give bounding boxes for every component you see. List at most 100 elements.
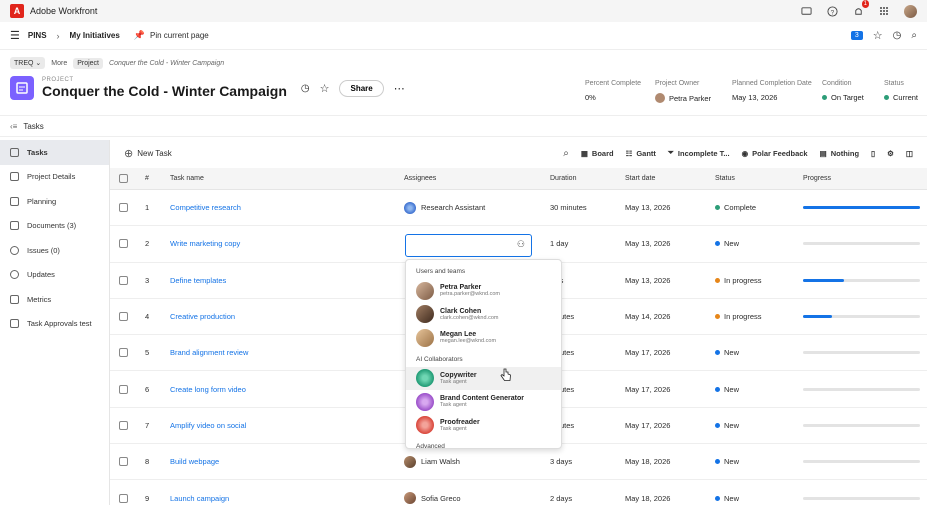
help-icon[interactable]: ? bbox=[826, 5, 838, 17]
sidebar-item-project-details[interactable]: Project Details bbox=[0, 165, 109, 190]
duration-cell[interactable]: 30 minutes bbox=[541, 203, 616, 212]
row-checkbox[interactable] bbox=[119, 275, 128, 285]
ai-collaborator-option[interactable]: Brand Content Generator Task agent bbox=[406, 390, 561, 414]
star-icon[interactable]: ☆ bbox=[873, 29, 883, 42]
assignee-option[interactable]: Petra Parker petra.parker@wknd.com bbox=[406, 279, 561, 303]
sidebar-item-tasks[interactable]: Tasks bbox=[0, 140, 109, 165]
duration-cell[interactable]: 2 days bbox=[541, 494, 616, 503]
select-all-checkbox[interactable] bbox=[119, 174, 128, 183]
breadcrumb-path[interactable]: Conquer the Cold - Winter Campaign bbox=[109, 60, 224, 67]
search-icon[interactable]: ⌕ bbox=[911, 30, 917, 41]
ai-collaborator-option[interactable]: Proofreader Task agent bbox=[406, 414, 561, 438]
col-num[interactable]: # bbox=[137, 175, 161, 182]
treq-dropdown[interactable]: TREQ ⌄ bbox=[10, 57, 46, 69]
status-cell[interactable]: New bbox=[715, 457, 794, 466]
assignee-option[interactable]: Clark Cohen clark.cohen@wknd.com bbox=[406, 303, 561, 327]
user-avatar[interactable] bbox=[904, 4, 917, 18]
start-date-cell[interactable]: May 13, 2026 bbox=[616, 203, 706, 212]
table-row[interactable]: 1 Competitive research Research Assistan… bbox=[110, 190, 927, 227]
assignee-search-input[interactable]: ⚇ bbox=[405, 234, 532, 257]
more-options-icon[interactable]: ⋯ bbox=[394, 82, 405, 95]
task-name-link[interactable]: Write marketing copy bbox=[170, 239, 240, 248]
task-name-link[interactable]: Define templates bbox=[170, 276, 226, 285]
duration-cell[interactable]: 3 days bbox=[541, 457, 616, 466]
start-date-cell[interactable]: May 17, 2026 bbox=[616, 385, 706, 394]
task-name-link[interactable]: Competitive research bbox=[170, 203, 241, 212]
sidebar-item-issues[interactable]: Issues (0) bbox=[0, 238, 109, 263]
collapse-icon[interactable]: ‹≡ bbox=[10, 122, 17, 131]
sidebar-item-documents[interactable]: Documents (3) bbox=[0, 214, 109, 239]
task-name-link[interactable]: Amplify video on social bbox=[170, 421, 246, 430]
gantt-button[interactable]: ☷ Gantt bbox=[626, 149, 656, 158]
apps-grid-icon[interactable] bbox=[878, 5, 890, 17]
hamburger-icon[interactable]: ☰ bbox=[10, 29, 20, 42]
col-assignees[interactable]: Assignees bbox=[395, 175, 541, 182]
start-date-cell[interactable]: May 13, 2026 bbox=[616, 276, 706, 285]
task-name-link[interactable]: Launch campaign bbox=[170, 494, 229, 503]
pins-label[interactable]: PINS bbox=[28, 31, 47, 40]
col-duration[interactable]: Duration bbox=[541, 175, 616, 182]
sidebar-item-planning[interactable]: Planning bbox=[0, 189, 109, 214]
status-cell[interactable]: New bbox=[715, 348, 794, 357]
task-name-link[interactable]: Creative production bbox=[170, 312, 235, 321]
my-initiatives-link[interactable]: My Initiatives bbox=[70, 31, 120, 40]
start-date-cell[interactable]: May 18, 2026 bbox=[616, 457, 706, 466]
view-button[interactable]: ◉ Polar Feedback bbox=[742, 149, 808, 158]
col-start-date[interactable]: Start date bbox=[616, 175, 706, 182]
start-date-cell[interactable]: May 13, 2026 bbox=[616, 239, 706, 248]
task-name-link[interactable]: Create long form video bbox=[170, 385, 246, 394]
favorite-star-icon[interactable]: ☆ bbox=[320, 82, 330, 95]
row-checkbox[interactable] bbox=[119, 348, 128, 358]
board-button[interactable]: ▦ Board bbox=[581, 149, 614, 158]
sidebar-item-metrics[interactable]: Metrics bbox=[0, 287, 109, 312]
ai-collaborator-option[interactable]: Copywriter Task agent bbox=[406, 366, 561, 390]
status-cell[interactable]: New bbox=[715, 421, 794, 430]
start-date-cell[interactable]: May 14, 2026 bbox=[616, 312, 706, 321]
share-button[interactable]: Share bbox=[339, 79, 384, 97]
chat-icon[interactable] bbox=[800, 5, 812, 17]
row-checkbox[interactable] bbox=[119, 457, 128, 467]
project-chip[interactable]: Project bbox=[73, 57, 104, 69]
assignee-cell[interactable]: Research Assistant bbox=[395, 201, 541, 214]
status-cell[interactable]: New bbox=[715, 239, 794, 248]
assignee-option[interactable]: Megan Lee megan.lee@wknd.com bbox=[406, 326, 561, 350]
grouping-button[interactable]: ▤ Nothing bbox=[820, 149, 859, 158]
start-date-cell[interactable]: May 18, 2026 bbox=[616, 494, 706, 503]
row-checkbox[interactable] bbox=[119, 420, 128, 430]
status-cell[interactable]: New bbox=[715, 385, 794, 394]
search-icon[interactable]: ⌕ bbox=[563, 148, 569, 159]
row-checkbox[interactable] bbox=[119, 384, 128, 394]
pin-current-page-button[interactable]: Pin current page bbox=[150, 31, 209, 40]
row-checkbox[interactable] bbox=[119, 239, 128, 249]
status-cell[interactable]: New bbox=[715, 494, 794, 503]
more-link[interactable]: More bbox=[51, 60, 67, 67]
history-icon[interactable]: ◷ bbox=[301, 83, 310, 94]
start-date-cell[interactable]: May 17, 2026 bbox=[616, 348, 706, 357]
status-cell[interactable]: In progress bbox=[715, 276, 794, 285]
task-name-link[interactable]: Brand alignment review bbox=[170, 348, 248, 357]
col-status[interactable]: Status bbox=[706, 175, 794, 182]
history-icon[interactable]: ◷ bbox=[893, 30, 902, 41]
adobe-logo[interactable]: A bbox=[10, 4, 24, 18]
advanced-link[interactable]: Advanced bbox=[406, 439, 561, 454]
assignee-cell[interactable]: Sofia Greco bbox=[395, 492, 541, 505]
row-checkbox[interactable] bbox=[119, 493, 128, 503]
sidebar-item-task-approvals[interactable]: Task Approvals test bbox=[0, 312, 109, 337]
row-checkbox[interactable] bbox=[119, 203, 128, 213]
assignee-cell[interactable]: Liam Walsh bbox=[395, 455, 541, 468]
status-cell[interactable]: In progress bbox=[715, 312, 794, 321]
filter-button[interactable]: ⏷ Incomplete T... bbox=[668, 148, 730, 158]
new-task-button[interactable]: ⊕ New Task bbox=[124, 147, 172, 160]
table-row[interactable]: 9 Launch campaign Sofia Greco 2 days May… bbox=[110, 480, 927, 505]
status-cell[interactable]: Complete bbox=[715, 203, 794, 212]
document-icon[interactable]: ▯ bbox=[871, 149, 875, 158]
settings-icon[interactable]: ⚙ bbox=[887, 149, 894, 158]
task-name-link[interactable]: Build webpage bbox=[170, 457, 219, 466]
duration-cell[interactable]: 1 day bbox=[541, 239, 616, 248]
bell-icon[interactable]: 1 bbox=[852, 0, 869, 17]
row-checkbox[interactable] bbox=[119, 312, 128, 322]
col-progress[interactable]: Progress bbox=[794, 175, 927, 182]
start-date-cell[interactable]: May 17, 2026 bbox=[616, 421, 706, 430]
pin-count-badge[interactable]: 3 bbox=[850, 31, 863, 40]
sidebar-item-updates[interactable]: Updates bbox=[0, 263, 109, 288]
